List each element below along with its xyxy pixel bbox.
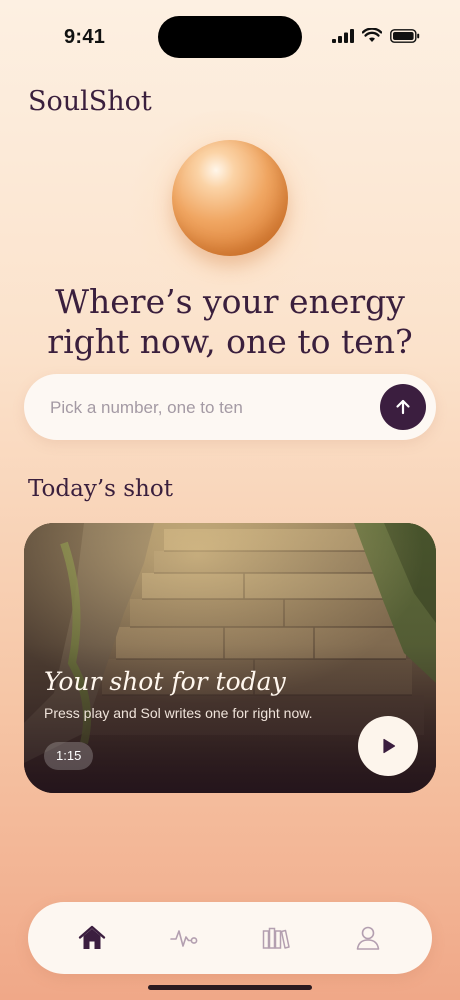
library-icon: [262, 927, 290, 949]
signal-icon: [332, 28, 354, 43]
todays-shot-card[interactable]: Your shot for today Press play and Sol w…: [24, 523, 436, 793]
home-icon: [78, 925, 106, 949]
duration-badge: 1:15: [44, 742, 94, 770]
pulse-icon: [170, 930, 198, 947]
tab-profile[interactable]: [350, 920, 386, 956]
status-bar: 9:41: [0, 0, 460, 72]
tab-bar: [28, 902, 432, 974]
arrow-up-icon: [396, 399, 410, 415]
battery-icon: [390, 28, 420, 43]
energy-question: Where’s your energy right now, one to te…: [20, 282, 440, 362]
energy-number-input[interactable]: [48, 374, 382, 442]
question-line-2: right now, one to ten?: [47, 322, 413, 361]
card-title: Your shot for today: [44, 667, 286, 696]
tab-pulse[interactable]: [166, 920, 202, 956]
home-indicator: [148, 985, 312, 990]
question-line-1: Where’s your energy: [55, 282, 405, 321]
status-icons: [332, 28, 420, 43]
tab-library[interactable]: [258, 920, 294, 956]
card-subtitle: Press play and Sol writes one for right …: [44, 705, 313, 721]
play-button[interactable]: [358, 716, 418, 776]
submit-button[interactable]: [380, 384, 426, 430]
profile-icon: [356, 926, 380, 950]
dynamic-island: [158, 16, 302, 58]
app-title: SoulShot: [28, 86, 152, 117]
energy-orb: [172, 140, 288, 256]
tab-home[interactable]: [74, 920, 110, 956]
section-title: Today’s shot: [28, 476, 173, 502]
status-time: 9:41: [64, 26, 106, 48]
play-icon: [383, 738, 396, 754]
energy-input-container: [24, 374, 436, 442]
wifi-icon: [362, 28, 382, 42]
